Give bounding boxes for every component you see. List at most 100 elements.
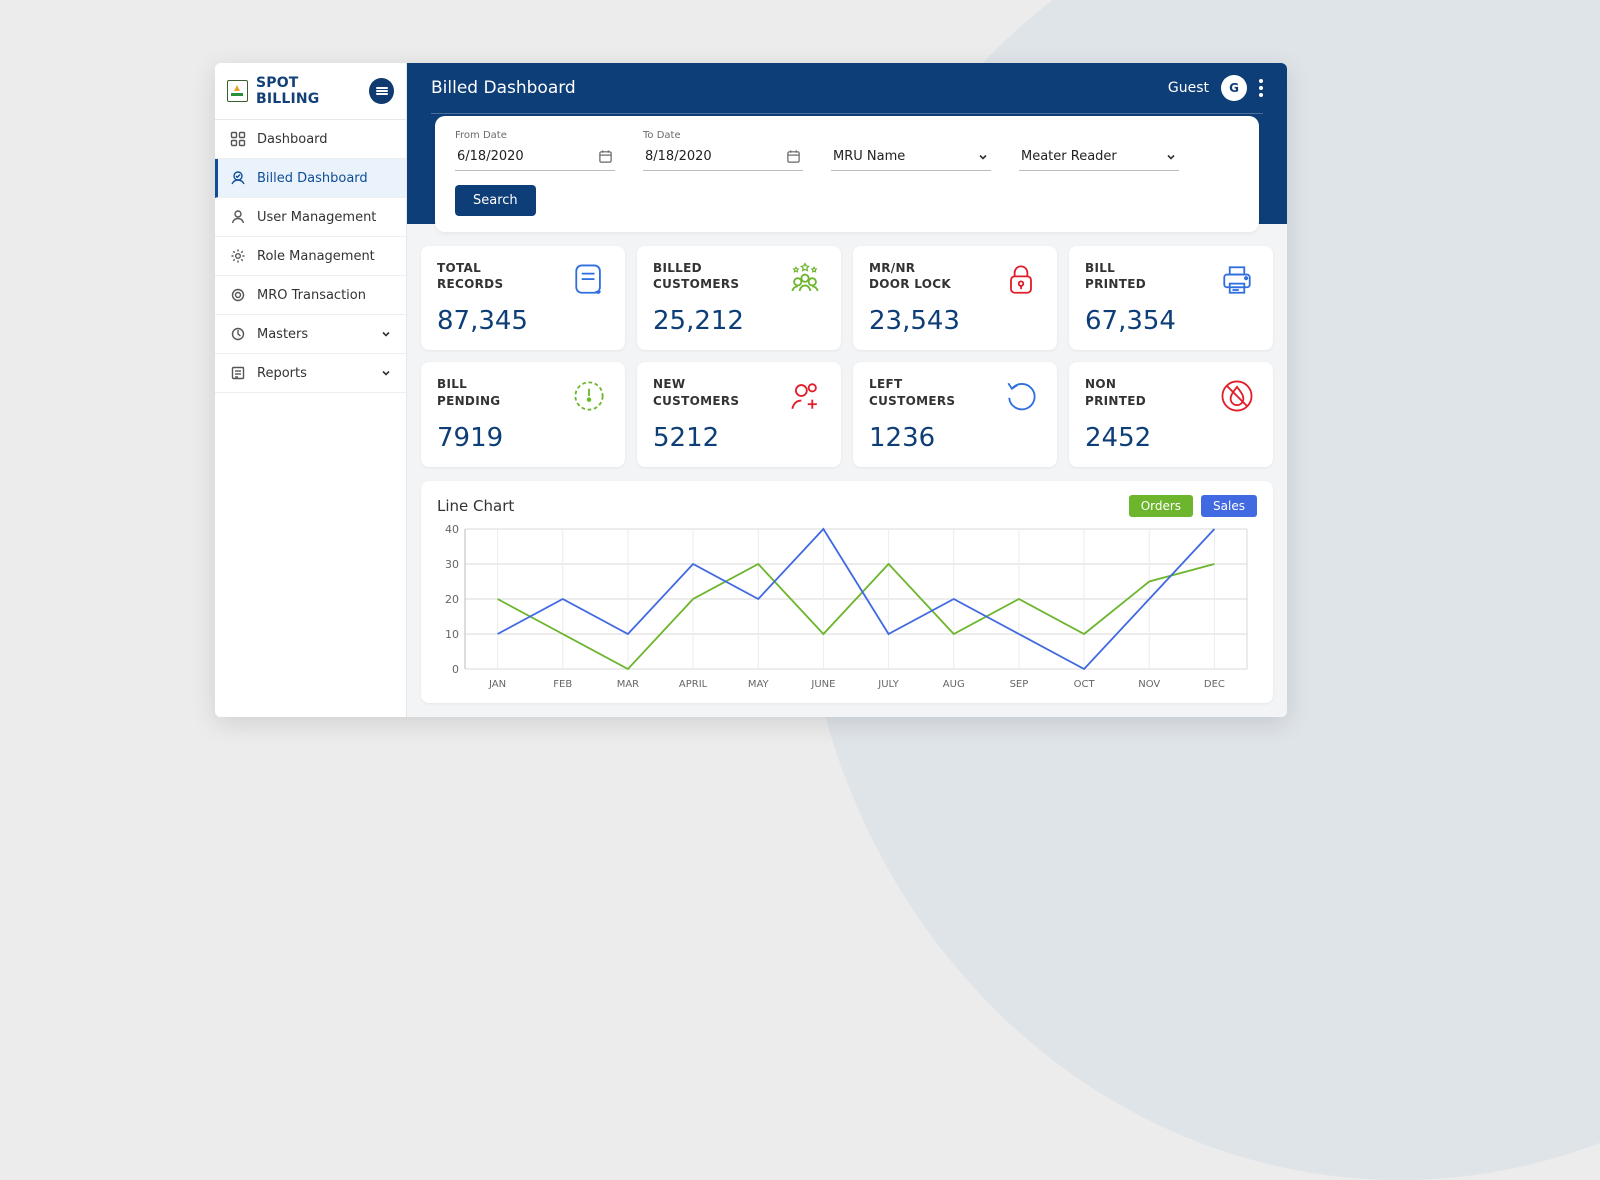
- mru-name-placeholder: MRU Name: [833, 149, 969, 164]
- sidebar-item-mro-transaction[interactable]: MRO Transaction: [215, 276, 406, 315]
- svg-text:SEP: SEP: [1010, 679, 1029, 690]
- svg-text:DEC: DEC: [1204, 679, 1225, 690]
- chevron-down-icon: [380, 367, 392, 379]
- sidebar-toggle-button[interactable]: [369, 78, 394, 104]
- sidebar-item-masters[interactable]: Masters: [215, 315, 406, 354]
- page-title: Billed Dashboard: [431, 78, 576, 98]
- brand-bar: SPOT BILLING: [215, 63, 406, 120]
- filter-card: From Date 6/18/2020 To Date 8/18/2020: [435, 116, 1259, 232]
- sidebar-item-reports[interactable]: Reports: [215, 354, 406, 393]
- stat-title: NEWCUSTOMERS: [653, 376, 739, 408]
- app-window: SPOT BILLING Dashboard Billed Dashboard …: [215, 63, 1287, 717]
- refresh-icon: [1001, 376, 1041, 416]
- stat-card: LEFTCUSTOMERS 1236: [853, 362, 1057, 466]
- sidebar-item-label: User Management: [257, 210, 376, 225]
- svg-text:20: 20: [445, 593, 459, 606]
- clock-icon: [569, 376, 609, 416]
- stat-value: 7919: [437, 423, 503, 453]
- stat-title: BILLEDCUSTOMERS: [653, 260, 744, 292]
- sidebar-item-role-management[interactable]: Role Management: [215, 237, 406, 276]
- more-menu-button[interactable]: [1259, 79, 1263, 97]
- from-date-value: 6/18/2020: [457, 149, 590, 164]
- sidebar-item-dashboard[interactable]: Dashboard: [215, 120, 406, 159]
- svg-text:JUNE: JUNE: [810, 679, 835, 690]
- from-date-label: From Date: [455, 130, 615, 141]
- meter-reader-select[interactable]: Meater Reader: [1019, 145, 1179, 171]
- stat-value: 25,212: [653, 306, 744, 336]
- stat-title: LEFTCUSTOMERS: [869, 376, 955, 408]
- stat-card: BILLEDCUSTOMERS 25,212: [637, 246, 841, 350]
- stat-card: MR/NRDOOR LOCK 23,543: [853, 246, 1057, 350]
- sidebar-item-label: Masters: [257, 327, 308, 342]
- stat-title: BILLPRINTED: [1085, 260, 1176, 292]
- mru-name-select[interactable]: MRU Name: [831, 145, 991, 171]
- stat-title: MR/NRDOOR LOCK: [869, 260, 960, 292]
- svg-text:FEB: FEB: [553, 679, 572, 690]
- target-icon: [229, 286, 247, 304]
- svg-text:JULY: JULY: [877, 679, 900, 690]
- meter-reader-placeholder: Meater Reader: [1021, 149, 1157, 164]
- billed-dashboard-icon: [229, 169, 247, 187]
- current-user-label: Guest: [1168, 80, 1209, 96]
- brand-title: SPOT BILLING: [256, 75, 361, 107]
- stat-value: 5212: [653, 423, 739, 453]
- stat-value: 23,543: [869, 306, 960, 336]
- stat-cards-grid: TOTALRECORDS 87,345 BILLEDCUSTOMERS 25,2…: [421, 246, 1273, 467]
- stat-value: 87,345: [437, 306, 528, 336]
- svg-text:NOV: NOV: [1138, 679, 1160, 690]
- lock-icon: [1001, 260, 1041, 300]
- line-chart-svg: 0 10 20 30 40 JAN FEB MAR APRIL MAY JUNE JULY AUG SEP…: [437, 523, 1257, 693]
- stat-value: 2452: [1085, 423, 1151, 453]
- newuser-icon: [785, 376, 825, 416]
- legend-orders[interactable]: Orders: [1129, 495, 1193, 517]
- stat-card: NEWCUSTOMERS 5212: [637, 362, 841, 466]
- doc-icon: [569, 260, 609, 300]
- sidebar-item-label: Billed Dashboard: [257, 171, 368, 186]
- brand-logo-icon: [227, 80, 248, 102]
- chart-title: Line Chart: [437, 497, 514, 515]
- sidebar-item-label: Role Management: [257, 249, 375, 264]
- svg-text:MAY: MAY: [748, 679, 770, 690]
- user-avatar[interactable]: G: [1221, 75, 1247, 101]
- main-panel: Billed Dashboard Guest G From Date 6/18/…: [407, 63, 1287, 717]
- svg-text:OCT: OCT: [1074, 679, 1096, 690]
- svg-text:30: 30: [445, 558, 459, 571]
- svg-text:APRIL: APRIL: [679, 679, 708, 690]
- from-date-field[interactable]: From Date 6/18/2020: [455, 130, 615, 171]
- svg-text:40: 40: [445, 523, 459, 536]
- sidebar-item-user-management[interactable]: User Management: [215, 198, 406, 237]
- svg-text:AUG: AUG: [943, 679, 965, 690]
- sidebar-item-label: Reports: [257, 366, 307, 381]
- sidebar-item-label: MRO Transaction: [257, 288, 366, 303]
- svg-text:10: 10: [445, 628, 459, 641]
- to-date-value: 8/18/2020: [645, 149, 778, 164]
- sidebar: SPOT BILLING Dashboard Billed Dashboard …: [215, 63, 407, 717]
- calendar-icon: [786, 149, 801, 164]
- to-date-label: To Date: [643, 130, 803, 141]
- calendar-icon: [598, 149, 613, 164]
- customers-icon: [785, 260, 825, 300]
- to-date-field[interactable]: To Date 8/18/2020: [643, 130, 803, 171]
- sidebar-item-label: Dashboard: [257, 132, 328, 147]
- stat-card: TOTALRECORDS 87,345: [421, 246, 625, 350]
- user-icon: [229, 208, 247, 226]
- chevron-down-icon: [380, 328, 392, 340]
- svg-text:MAR: MAR: [617, 679, 639, 690]
- stat-title: BILLPENDING: [437, 376, 503, 408]
- stat-card: BILLPRINTED 67,354: [1069, 246, 1273, 350]
- legend-sales[interactable]: Sales: [1201, 495, 1257, 517]
- dashboard-icon: [229, 130, 247, 148]
- content-area: From Date 6/18/2020 To Date 8/18/2020: [407, 184, 1287, 717]
- search-button[interactable]: Search: [455, 185, 536, 216]
- svg-text:JAN: JAN: [488, 679, 506, 690]
- chart-legend: Orders Sales: [1129, 495, 1257, 517]
- stat-value: 1236: [869, 423, 955, 453]
- svg-text:0: 0: [452, 663, 459, 676]
- stat-value: 67,354: [1085, 306, 1176, 336]
- stat-title: NONPRINTED: [1085, 376, 1151, 408]
- gear-icon: [229, 247, 247, 265]
- chevron-down-icon: [977, 151, 989, 163]
- sidebar-item-billed-dashboard[interactable]: Billed Dashboard: [215, 159, 406, 198]
- stat-title: TOTALRECORDS: [437, 260, 528, 292]
- chevron-down-icon: [1165, 151, 1177, 163]
